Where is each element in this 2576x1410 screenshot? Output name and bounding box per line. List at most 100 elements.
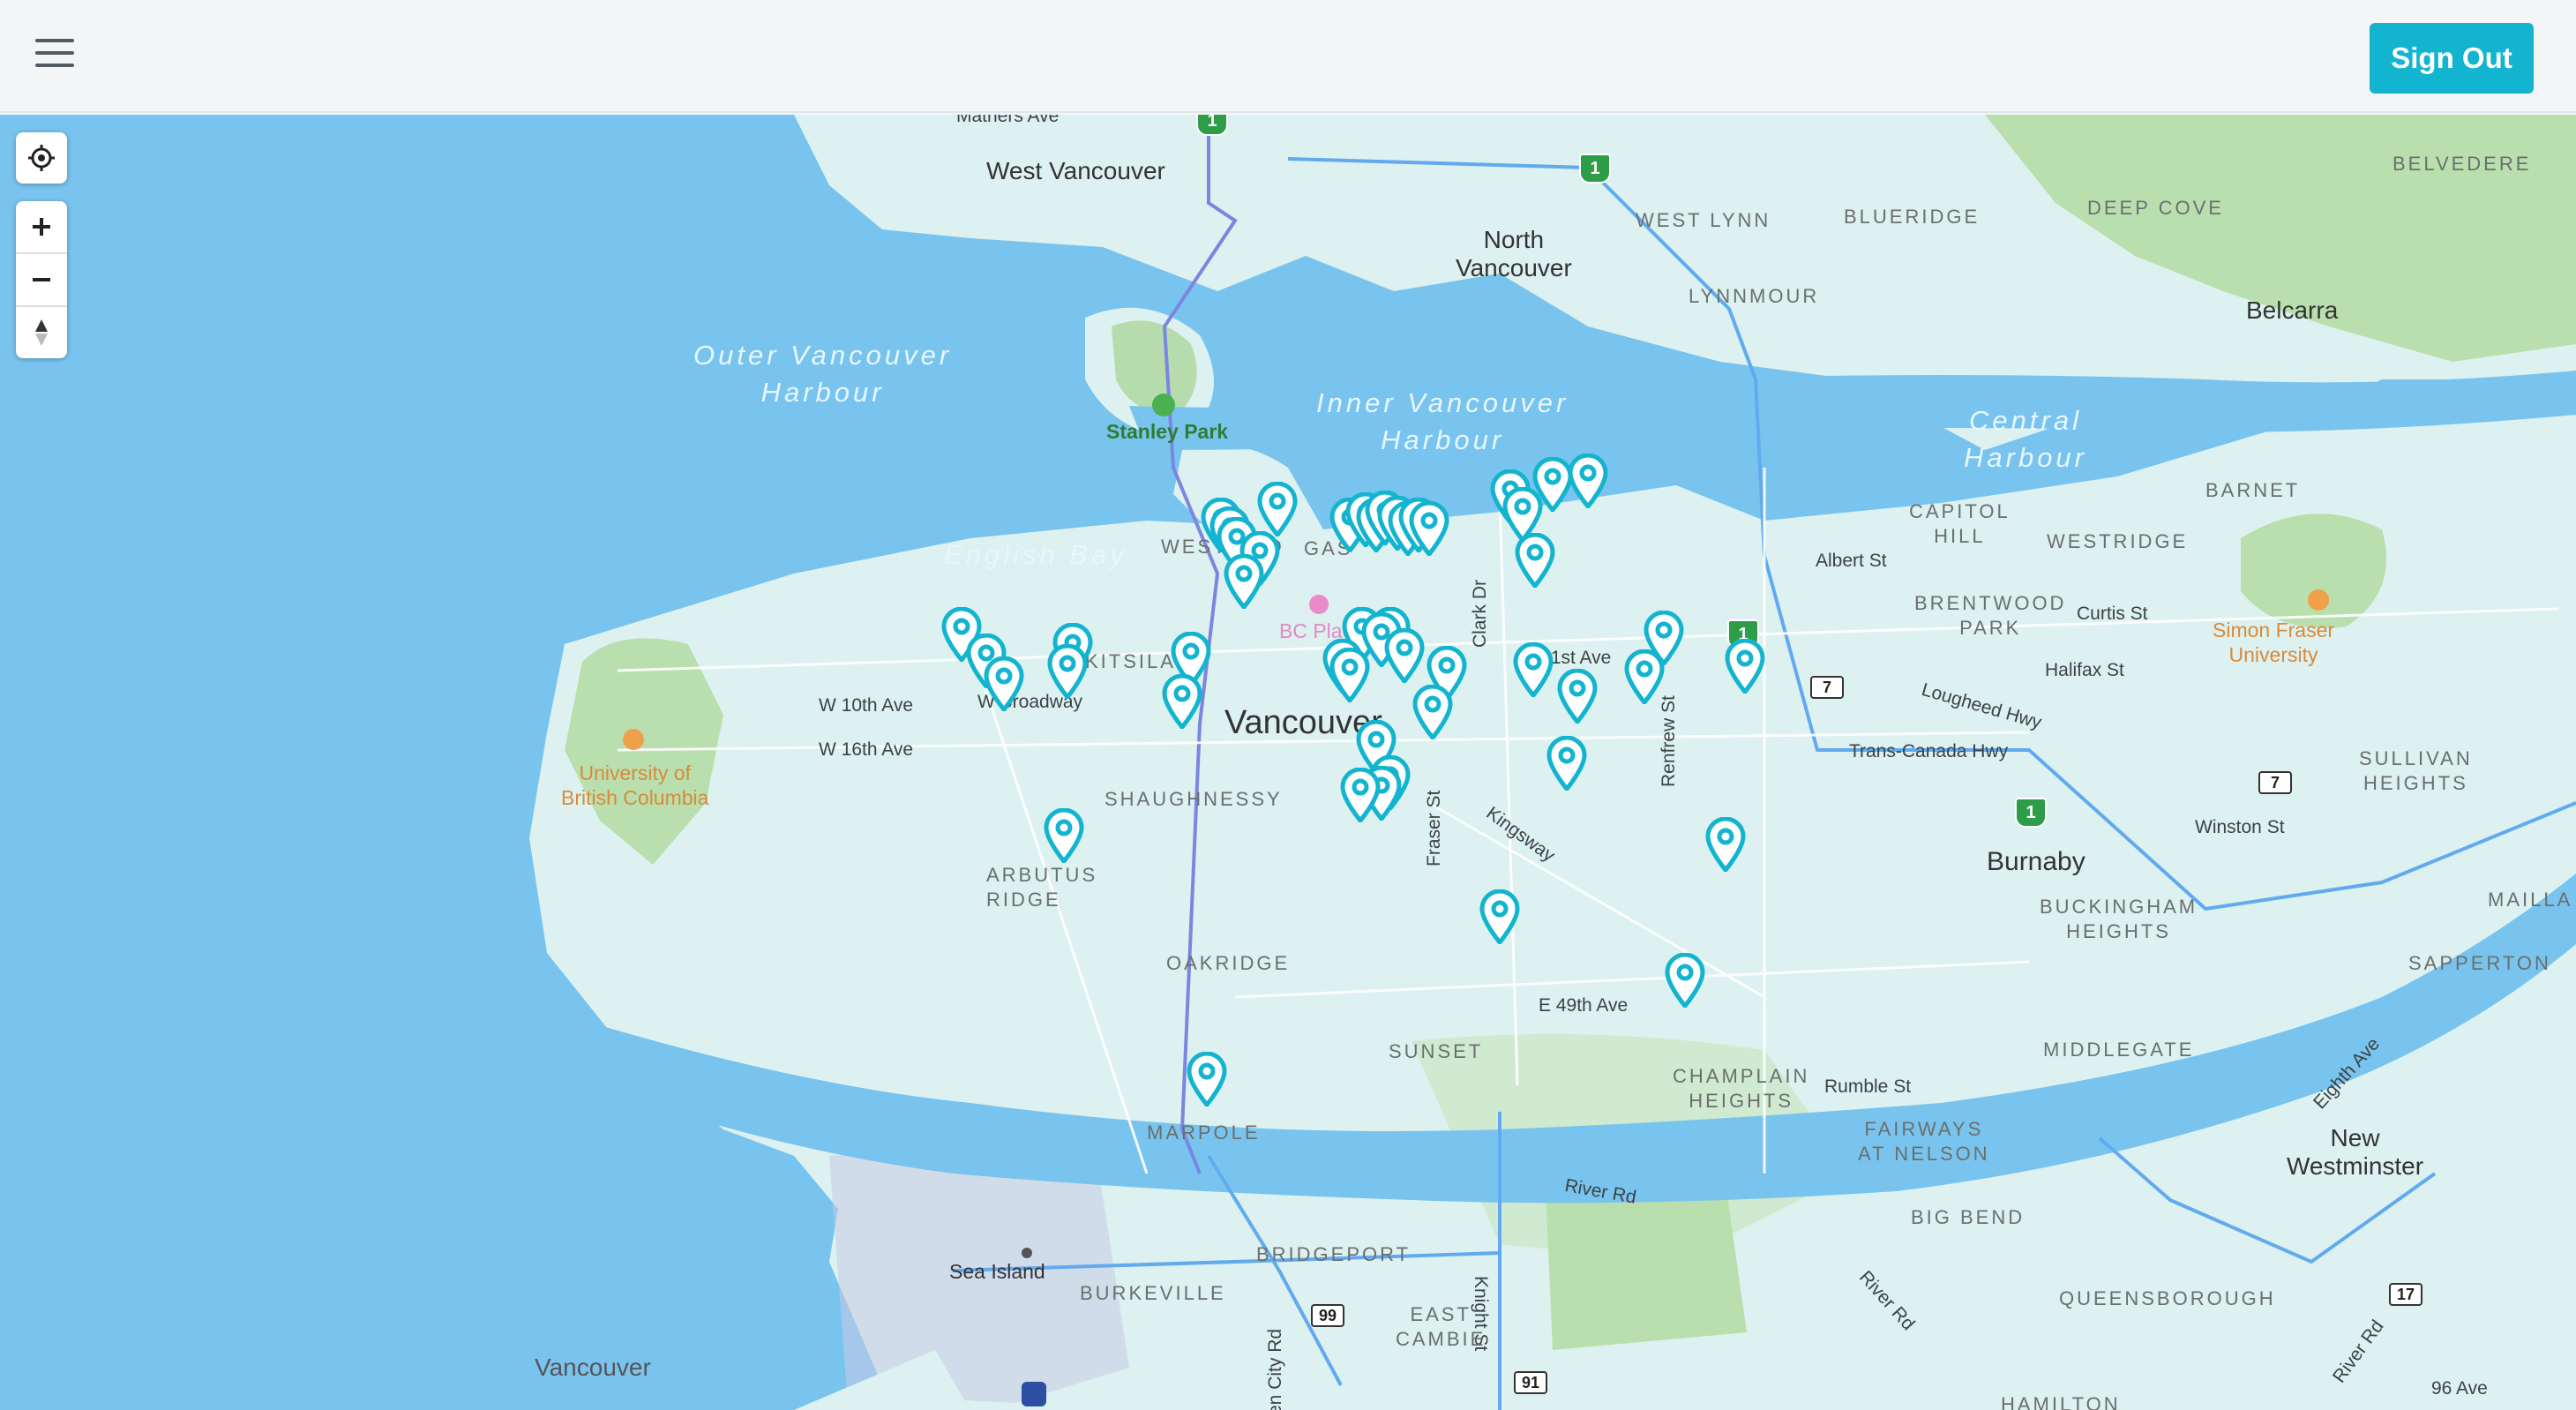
- map-label-belcarra: Belcarra: [2246, 296, 2339, 324]
- location-marker-icon[interactable]: [1479, 889, 1521, 946]
- map-label-sullivan-heights: SULLIVAN HEIGHTS: [2359, 747, 2473, 794]
- place-dot-icon: [1022, 1248, 1032, 1258]
- map-label-new-westminster: New Westminster: [2287, 1124, 2424, 1180]
- location-marker-icon[interactable]: [1556, 668, 1599, 725]
- location-marker-icon[interactable]: [1339, 767, 1382, 824]
- map-label-w-16th-ave: W 16th Ave: [819, 739, 914, 760]
- map-label-barnet: BARNET: [2205, 479, 2301, 501]
- location-marker-icon[interactable]: [1256, 481, 1299, 538]
- map-label-mailla: MAILLA: [2488, 889, 2573, 911]
- map-label-blueridge: BLUERIDGE: [1844, 206, 1981, 228]
- location-marker-icon[interactable]: [1408, 500, 1450, 558]
- map-label-middlegate: MIDDLEGATE: [2043, 1039, 2195, 1061]
- map-label-stanley-park: Stanley Park: [1106, 420, 1229, 443]
- map-base-layer: [529, 115, 2576, 1410]
- route-99-shield: 99: [1311, 1304, 1344, 1327]
- map-label-lynnmour: LYNNMOUR: [1689, 285, 1820, 307]
- map-label-inner-harbour: Inner Vancouver Harbour: [1316, 387, 1569, 455]
- location-marker-icon[interactable]: [983, 656, 1025, 713]
- map-label-renfrew-st: Renfrew St: [1659, 695, 1679, 787]
- hamburger-menu-icon[interactable]: [35, 39, 74, 74]
- location-marker-icon[interactable]: [1186, 1051, 1228, 1108]
- map-label-burnaby: Burnaby: [1987, 847, 2086, 876]
- map-label-trans-canada-hwy: Trans-Canada Hwy: [1849, 741, 2009, 761]
- map-label-vancouver-airport: Vancouver: [535, 1354, 651, 1381]
- map-label-arbutus-ridge: ARBUTUS RIDGE: [986, 864, 1098, 911]
- map-label-ubc: University of British Columbia: [561, 761, 709, 809]
- locate-control[interactable]: [16, 132, 67, 184]
- stadium-pin-icon: [1309, 595, 1329, 614]
- map-label-rumble-st: Rumble St: [1824, 1076, 1912, 1097]
- route-7-shield: 7: [2258, 771, 2292, 794]
- map-label-sunset: SUNSET: [1389, 1040, 1484, 1062]
- map-label-north-vancouver: North Vancouver: [1456, 226, 1572, 281]
- map-label-fairways: FAIRWAYS AT NELSON: [1858, 1118, 1990, 1165]
- location-marker-icon[interactable]: [1623, 649, 1666, 706]
- map-label-queensborough: QUEENSBOROUGH: [2059, 1287, 2276, 1309]
- location-marker-icon[interactable]: [1704, 816, 1747, 874]
- map-label-west-lynn: WEST LYNN: [1636, 209, 1771, 231]
- map-label-halifax-st: Halifax St: [2045, 660, 2124, 680]
- map-label-mathers-ave: Mathers Ave: [956, 115, 1060, 126]
- map-label-shaughnessy: SHAUGHNESSY: [1105, 788, 1283, 810]
- map-label-west-vancouver: West Vancouver: [986, 157, 1165, 184]
- location-marker-icon[interactable]: [1046, 643, 1089, 701]
- university-pin-icon: [623, 729, 644, 750]
- map-label-big-bend: BIG BEND: [1911, 1206, 2026, 1228]
- location-marker-icon[interactable]: [1514, 532, 1556, 589]
- location-marker-icon[interactable]: [1161, 673, 1203, 731]
- crosshair-locate-icon[interactable]: [16, 132, 67, 184]
- map-label-westridge: WESTRIDGE: [2047, 530, 2189, 552]
- top-app-bar: Sign Out: [0, 0, 2576, 113]
- map-label-deep-cove: DEEP COVE: [2087, 197, 2224, 219]
- map-label-garden-city-rd: en City Rd: [1265, 1328, 1285, 1410]
- park-pin-icon: [1152, 394, 1175, 416]
- map-label-curtis-st: Curtis St: [2077, 604, 2148, 624]
- location-marker-icon[interactable]: [1412, 684, 1454, 741]
- hwy1-shield: 1: [1196, 115, 1228, 136]
- map-label-east-cambie: EAST CAMBIE: [1396, 1303, 1486, 1350]
- compass-arrow-icon[interactable]: [16, 307, 67, 358]
- zoom-control: [16, 201, 67, 358]
- hwy1-shield: 1: [1579, 154, 1611, 184]
- map-canvas[interactable]: Mathers Ave West Vancouver North Vancouv…: [0, 115, 2576, 1410]
- location-marker-icon[interactable]: [1664, 952, 1706, 1009]
- map-label-96-ave: 96 Ave: [2431, 1378, 2488, 1399]
- location-marker-icon[interactable]: [1546, 735, 1588, 792]
- plus-icon[interactable]: [16, 201, 67, 252]
- map-label-outer-harbour: Outer Vancouver Harbour: [693, 340, 953, 408]
- map-label-brentwood-park: BRENTWOOD PARK: [1914, 592, 2067, 639]
- map-label-burkeville: BURKEVILLE: [1080, 1282, 1226, 1304]
- map-label-english-bay: English Bay: [944, 539, 1127, 570]
- university-pin-icon: [2308, 589, 2329, 611]
- map-label-capitol-hill: CAPITOL HILL: [1909, 500, 2011, 547]
- location-marker-icon[interactable]: [1329, 647, 1371, 704]
- location-marker-icon[interactable]: [1724, 638, 1766, 695]
- map-label-w-10th-ave: W 10th Ave: [819, 695, 914, 716]
- minus-icon[interactable]: [16, 254, 67, 305]
- location-marker-icon[interactable]: [1383, 627, 1426, 685]
- map-label-albert-st: Albert St: [1816, 551, 1887, 571]
- location-marker-icon[interactable]: [1567, 453, 1609, 510]
- airport-icon: [1022, 1382, 1046, 1406]
- route-7-shield: 7: [1810, 676, 1844, 699]
- route-17-shield: 17: [2389, 1283, 2422, 1306]
- hwy1-shield: 1: [2015, 798, 2047, 828]
- map-label-bridgeport: BRIDGEPORT: [1256, 1243, 1412, 1265]
- map-label-fraser-st: Fraser St: [1424, 790, 1444, 866]
- map-label-champlain-heights: CHAMPLAIN HEIGHTS: [1673, 1065, 1810, 1112]
- map-label-marpole: MARPOLE: [1147, 1121, 1261, 1144]
- map-label-sapperton: SAPPERTON: [2408, 952, 2551, 974]
- sign-out-button[interactable]: Sign Out: [2370, 23, 2534, 94]
- map-label-sea-island: Sea Island: [949, 1260, 1045, 1283]
- location-marker-icon[interactable]: [1512, 641, 1554, 699]
- map-label-belvedere: BELVEDERE: [2393, 153, 2532, 175]
- map-label-hamilton: HAMILTON: [2001, 1393, 2121, 1410]
- map-label-oakridge: OAKRIDGE: [1166, 952, 1291, 974]
- map-label-clark-dr: Clark Dr: [1470, 580, 1490, 648]
- location-marker-icon[interactable]: [1043, 807, 1085, 865]
- location-marker-icon[interactable]: [1223, 553, 1265, 611]
- map-label-buckingham-heights: BUCKINGHAM HEIGHTS: [2040, 896, 2198, 942]
- map-label-e-49th-ave: E 49th Ave: [1539, 995, 1629, 1016]
- map-label-sfu: Simon Fraser University: [2213, 619, 2335, 666]
